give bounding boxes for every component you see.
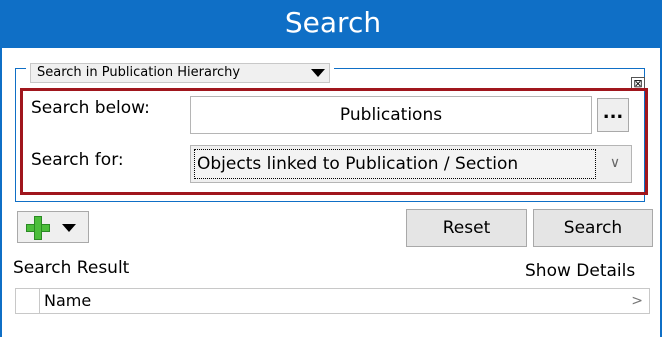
plus-icon: [26, 216, 50, 240]
reset-button[interactable]: Reset: [406, 209, 527, 247]
add-button[interactable]: [17, 211, 89, 243]
search-result-label: Search Result: [13, 258, 130, 278]
panel-title: Search: [2, 0, 662, 48]
caret-down-icon: [62, 224, 76, 232]
search-for-label: Search for:: [31, 150, 124, 170]
scope-dropdown[interactable]: Search in Publication Hierarchy: [30, 63, 330, 83]
search-for-value: Objects linked to Publication / Section: [194, 149, 596, 179]
show-details-link[interactable]: Show Details: [525, 261, 635, 281]
browse-button[interactable]: ...: [597, 98, 629, 132]
chevron-down-icon: ∨: [609, 155, 621, 171]
search-for-select[interactable]: Objects linked to Publication / Section …: [190, 145, 632, 183]
chevron-right-icon[interactable]: >: [631, 289, 643, 313]
results-table-header: Name >: [15, 288, 650, 314]
caret-down-icon: [311, 69, 325, 77]
search-below-field[interactable]: Publications: [190, 96, 592, 134]
scope-dropdown-label: Search in Publication Hierarchy: [37, 65, 241, 80]
column-header-name[interactable]: Name: [39, 289, 91, 313]
search-button[interactable]: Search: [533, 209, 653, 247]
search-below-label: Search below:: [31, 98, 150, 118]
